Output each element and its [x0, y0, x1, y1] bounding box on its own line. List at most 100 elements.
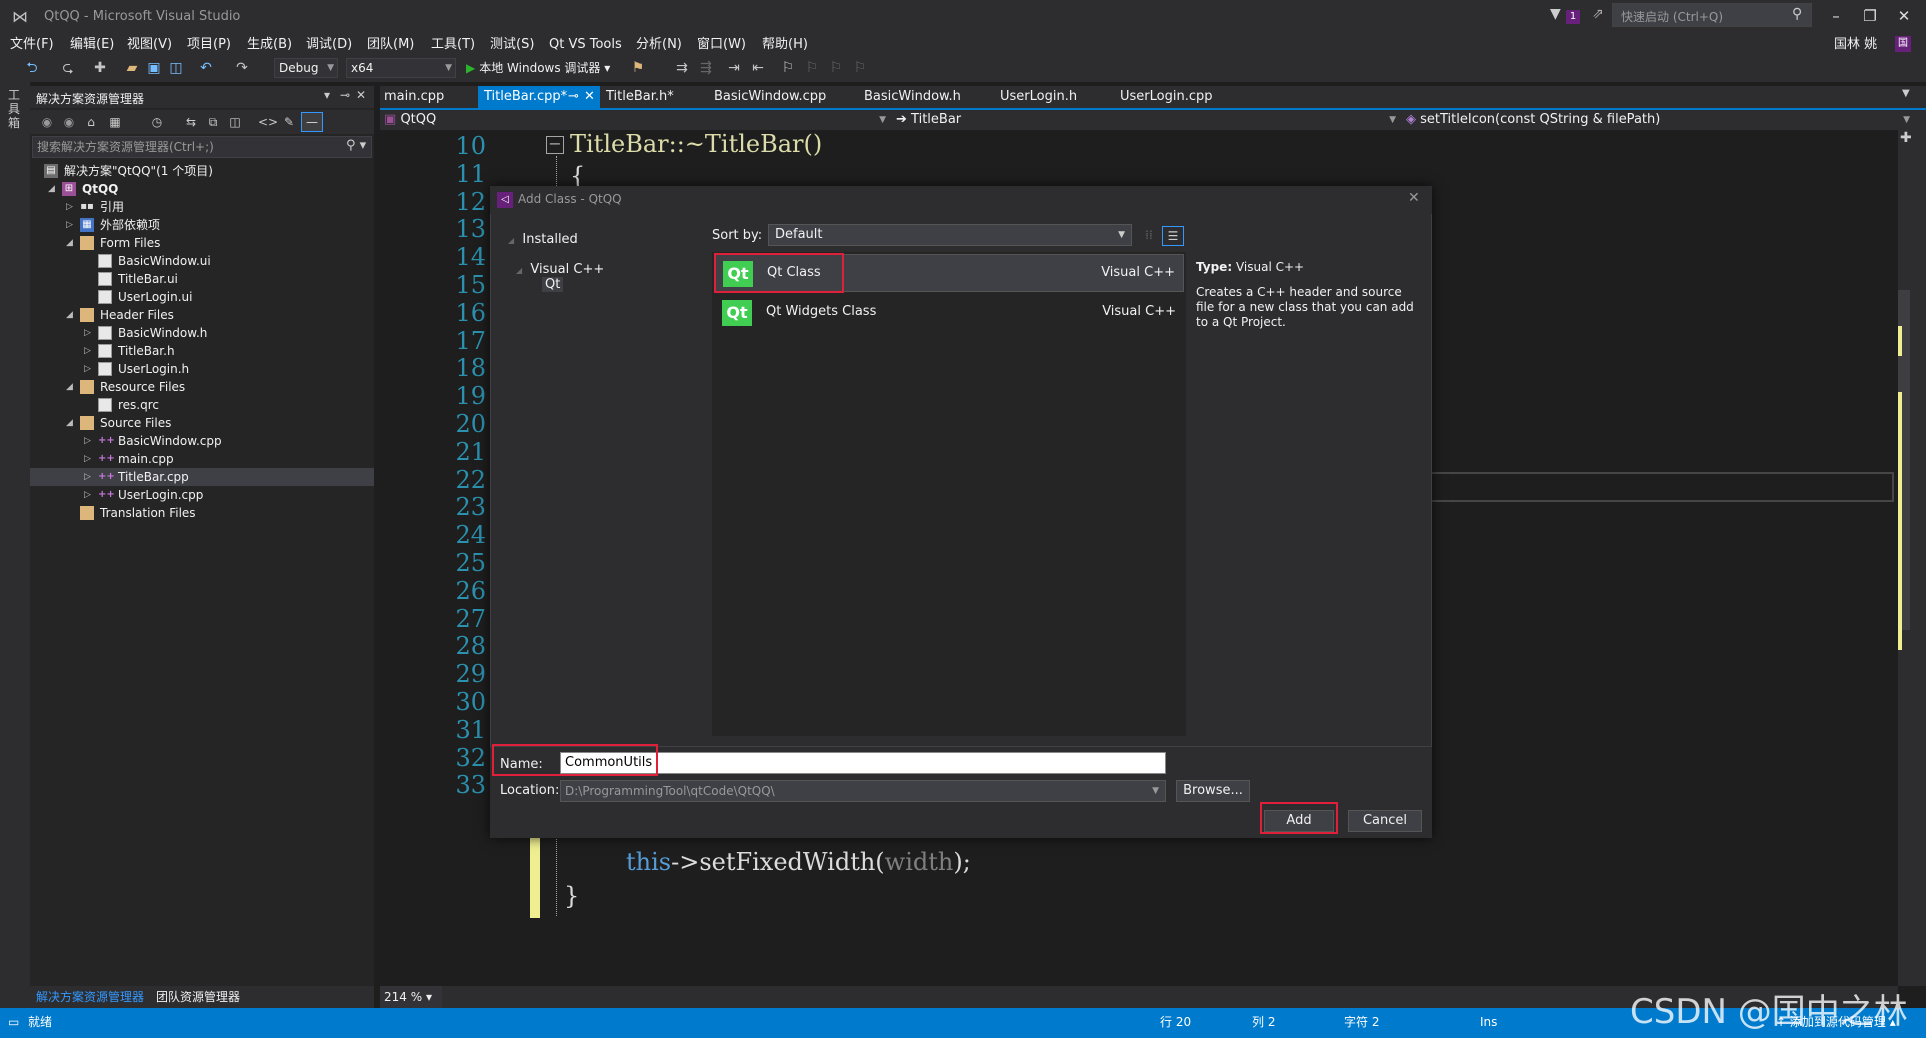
redo-icon[interactable]: ↷: [232, 58, 252, 78]
navigate-back-icon[interactable]: ⮌: [22, 58, 42, 78]
tree-item[interactable]: res.qrc: [30, 396, 374, 414]
search-icon[interactable]: ⚲ ▾: [346, 138, 366, 153]
tree-item[interactable]: ◢ Form Files: [30, 234, 374, 252]
tree-item[interactable]: TitleBar.ui: [30, 270, 374, 288]
class-nav-select[interactable]: ➔ TitleBar ▼: [896, 110, 1400, 130]
tab-userlogin-h[interactable]: UserLogin.h: [994, 86, 1083, 108]
close-tab-icon[interactable]: ✕: [584, 86, 595, 108]
close-panel-icon[interactable]: ✕: [356, 88, 366, 102]
menu-tools[interactable]: 工具(T): [431, 34, 475, 56]
menu-test[interactable]: 测试(S): [490, 34, 534, 56]
notification-badge[interactable]: 1: [1566, 10, 1580, 24]
forward-icon[interactable]: ◉: [60, 113, 78, 131]
tree-item[interactable]: UserLogin.ui: [30, 288, 374, 306]
sort-by-select[interactable]: Default ▼: [768, 224, 1132, 246]
collapse-toggle-icon[interactable]: −: [546, 136, 564, 154]
tree-installed[interactable]: ◢ Installed: [508, 232, 578, 247]
tree-item[interactable]: ▷ ++ BasicWindow.cpp: [30, 432, 374, 450]
tab-main-cpp[interactable]: main.cpp: [378, 86, 450, 108]
indent-icon[interactable]: ⇥: [724, 58, 744, 78]
collapsed-arrow-icon[interactable]: ▷: [66, 198, 73, 216]
tree-qt[interactable]: Qt: [542, 277, 564, 292]
tree-item[interactable]: ▷ ▦ 外部依赖项: [30, 216, 374, 234]
avatar[interactable]: 国: [1895, 36, 1911, 52]
home-icon[interactable]: ⌂: [82, 113, 100, 131]
properties-icon[interactable]: ✎: [280, 113, 298, 131]
solution-configuration-select[interactable]: Debug ▼: [274, 58, 338, 78]
menu-file[interactable]: 文件(F): [10, 34, 54, 56]
collapsed-arrow-icon[interactable]: ▷: [66, 216, 73, 234]
feedback-icon[interactable]: ⇗: [1592, 6, 1604, 22]
collapsed-arrow-icon[interactable]: ▷: [84, 360, 91, 378]
tree-item[interactable]: ▷ ++ main.cpp: [30, 450, 374, 468]
pin-tab-icon[interactable]: ⊸: [568, 86, 579, 108]
collapsed-arrow-icon[interactable]: ▷: [84, 450, 91, 468]
dialog-close-icon[interactable]: ✕: [1408, 190, 1420, 206]
collapsed-arrow-icon[interactable]: ▷: [84, 324, 91, 342]
panel-options-icon[interactable]: ▾: [324, 88, 330, 102]
save-all-icon[interactable]: ◫: [166, 58, 186, 78]
tab-solution-explorer[interactable]: 解决方案资源管理器: [36, 988, 144, 1006]
tree-item[interactable]: BasicWindow.ui: [30, 252, 374, 270]
search-icon[interactable]: ⚲: [1792, 6, 1802, 22]
start-debugging-button[interactable]: ▶ 本地 Windows 调试器 ▾: [466, 58, 610, 78]
sync-icon[interactable]: ⇆: [182, 113, 200, 131]
show-all-files-icon[interactable]: ◫: [226, 113, 244, 131]
bookmark-icon[interactable]: ⚐: [778, 58, 798, 78]
grid-view-icon[interactable]: ⁞⁞: [1138, 226, 1160, 246]
solution-search-input[interactable]: 搜索解决方案资源管理器(Ctrl+;): [32, 136, 372, 158]
tree-visual-cpp[interactable]: ◢ Visual C++: [516, 262, 604, 277]
notification-filter-icon[interactable]: ▼: [1550, 6, 1561, 22]
navigate-forward-icon[interactable]: ⮎: [58, 58, 78, 78]
menu-analyze[interactable]: 分析(N): [636, 34, 682, 56]
tree-item[interactable]: ▷ ▪▪ 引用: [30, 198, 374, 216]
menu-view[interactable]: 视图(V): [127, 34, 172, 56]
tree-item[interactable]: Translation Files: [30, 504, 374, 522]
cancel-button[interactable]: Cancel: [1348, 810, 1422, 832]
menu-help[interactable]: 帮助(H): [762, 34, 808, 56]
expanded-arrow-icon[interactable]: ◢: [66, 306, 73, 324]
close-window-button[interactable]: ✕: [1890, 5, 1918, 27]
menu-window[interactable]: 窗口(W): [697, 34, 746, 56]
expanded-arrow-icon[interactable]: ◢: [66, 378, 73, 396]
tree-item[interactable]: ▷ BasicWindow.h: [30, 324, 374, 342]
switch-views-icon[interactable]: ▦: [106, 113, 124, 131]
project-nav-select[interactable]: ▣ QtQQ ▼: [384, 110, 890, 130]
tree-item[interactable]: ◢ ⊞ QtQQ: [30, 180, 374, 198]
list-view-icon[interactable]: ☰: [1162, 226, 1184, 246]
collapsed-arrow-icon[interactable]: ▷: [84, 432, 91, 450]
menu-team[interactable]: 团队(M): [367, 34, 414, 56]
step-icon[interactable]: ⇉: [672, 58, 692, 78]
tab-titlebar-cpp[interactable]: TitleBar.cpp* ⊸ ✕: [478, 86, 600, 108]
pending-changes-icon[interactable]: ◷: [148, 113, 166, 131]
pin-icon[interactable]: ⊸: [340, 88, 350, 102]
tree-item[interactable]: ◢ Resource Files: [30, 378, 374, 396]
location-input[interactable]: D:\ProgrammingTool\qtCode\QtQQ\ ▼: [560, 780, 1166, 802]
view-code-icon[interactable]: <>: [258, 113, 278, 131]
outdent-icon[interactable]: ⇤: [748, 58, 768, 78]
tab-titlebar-h[interactable]: TitleBar.h*: [600, 86, 680, 108]
restore-button[interactable]: ❐: [1856, 5, 1884, 27]
split-editor-icon[interactable]: ✚: [1900, 130, 1912, 146]
tree-item[interactable]: ▷ ++ UserLogin.cpp: [30, 486, 374, 504]
collapse-all-icon[interactable]: ⧉: [204, 113, 222, 131]
menu-qt-vs-tools[interactable]: Qt VS Tools: [549, 34, 622, 56]
undo-icon[interactable]: ↶: [196, 58, 216, 78]
collapsed-arrow-icon[interactable]: ▷: [84, 342, 91, 360]
back-icon[interactable]: ◉: [38, 113, 56, 131]
menu-edit[interactable]: 编辑(E): [70, 34, 114, 56]
open-file-icon[interactable]: ▰: [122, 58, 142, 78]
solution-platform-select[interactable]: x64 ▼: [346, 58, 456, 78]
minimize-button[interactable]: –: [1822, 5, 1850, 27]
zoom-select[interactable]: 214 % ▾: [380, 986, 442, 1008]
attach-process-icon[interactable]: ⚑: [628, 58, 648, 78]
browse-button[interactable]: Browse...: [1176, 780, 1250, 802]
tree-item[interactable]: ▷ TitleBar.h: [30, 342, 374, 360]
tab-list-dropdown-icon[interactable]: ▼: [1902, 88, 1910, 99]
member-nav-select[interactable]: ◈ setTitleIcon(const QString & filePath)…: [1406, 110, 1914, 130]
new-project-icon[interactable]: ✚: [90, 58, 110, 78]
expanded-arrow-icon[interactable]: ◢: [48, 180, 55, 198]
collapsed-arrow-icon[interactable]: ▷: [84, 486, 91, 504]
menu-project[interactable]: 项目(P): [187, 34, 231, 56]
preview-selected-items-icon[interactable]: —: [301, 112, 323, 132]
